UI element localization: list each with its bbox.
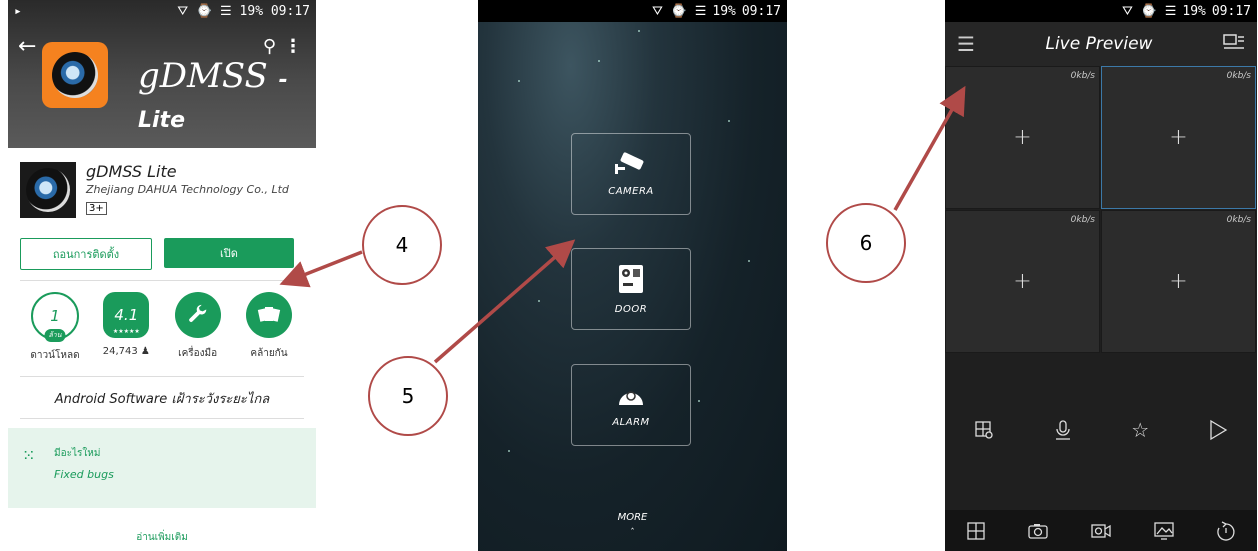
annotation-arrows <box>279 85 966 364</box>
callout-6: 6 <box>826 203 906 283</box>
callout-5: 5 <box>368 356 448 436</box>
arrow-4 <box>279 250 363 288</box>
arrow-6 <box>893 85 966 211</box>
arrow-5 <box>433 239 576 364</box>
callout-4: 4 <box>362 205 442 285</box>
